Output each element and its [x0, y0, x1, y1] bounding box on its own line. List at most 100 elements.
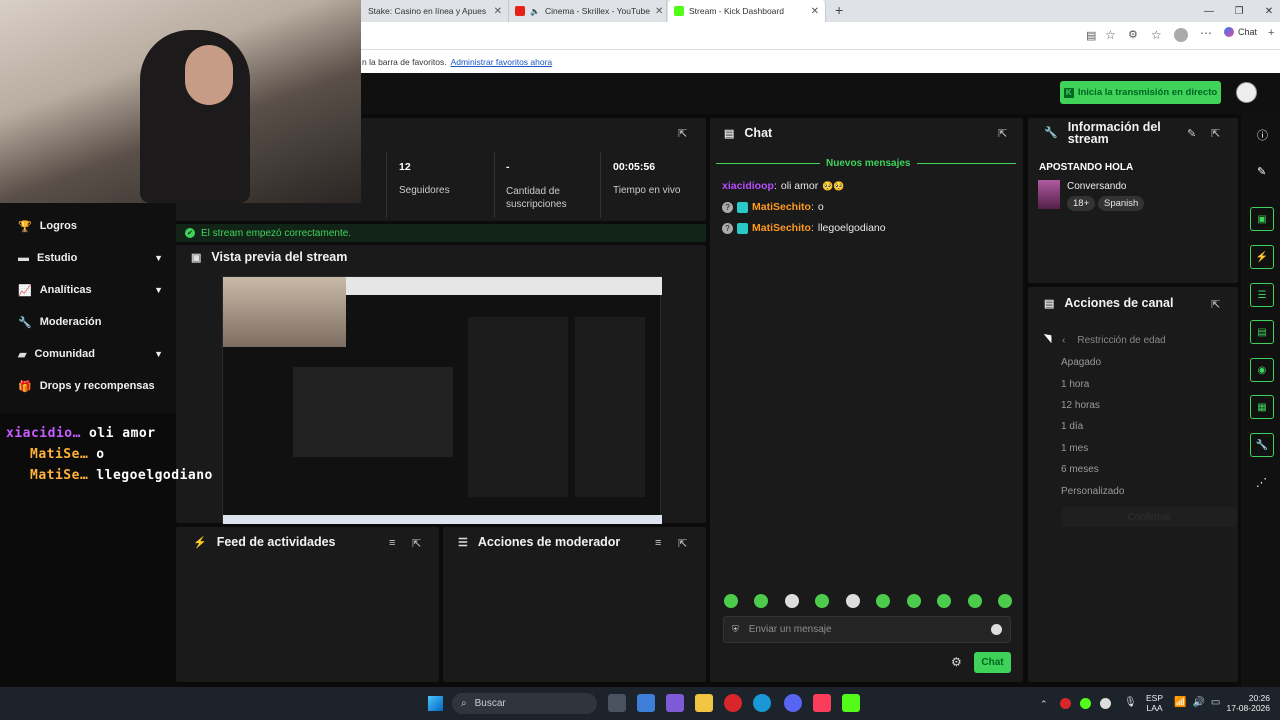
sidebar-item-comunidad[interactable]: ▰ Comunidad ▼ [18, 342, 163, 366]
reader-icon[interactable]: ▤ [1086, 29, 1096, 42]
sidebar-item-moderacion[interactable]: 🔧 Moderación [18, 310, 163, 334]
edit-icon[interactable]: ✎ [1187, 127, 1196, 140]
expand-icon[interactable]: ⇱ [412, 537, 421, 550]
avatar[interactable] [1236, 82, 1257, 103]
language-bottom: LAA [1146, 703, 1163, 713]
chat-title: Chat [744, 126, 773, 140]
tab-youtube[interactable]: 🔈 Cinema - Skrillex - YouTube ✕ [509, 0, 667, 22]
opera-icon[interactable] [724, 694, 742, 712]
send-chat-button[interactable]: Chat [974, 652, 1011, 673]
extensions-icon[interactable]: ⚙ [1128, 28, 1138, 41]
tray-app-icon[interactable] [1060, 698, 1071, 709]
option-custom[interactable]: Personalizado [1061, 486, 1124, 497]
music-icon[interactable] [813, 694, 831, 712]
divider [600, 152, 601, 218]
close-icon[interactable]: ✕ [655, 6, 663, 17]
discord-icon[interactable] [784, 694, 802, 712]
tray-app-icon[interactable] [1080, 698, 1091, 709]
chat-username[interactable]: xiacidioop [722, 180, 774, 192]
sidebar-item-estudio[interactable]: ▬ Estudio ▼ [18, 246, 163, 270]
emote-icon[interactable] [937, 594, 952, 608]
emote-icon[interactable] [754, 594, 769, 608]
tray-chevron-icon[interactable]: ⌃ [1040, 699, 1048, 710]
sidebar-item-analiticas[interactable]: 📈 Analíticas ▼ [18, 278, 163, 302]
app-icon[interactable] [666, 694, 684, 712]
rail-channel-icon[interactable]: ▦ [1250, 395, 1274, 419]
copilot-button[interactable]: Chat [1224, 27, 1257, 37]
emote-icon[interactable] [845, 594, 860, 608]
profile-icon[interactable] [1174, 28, 1188, 42]
expand-icon[interactable]: ⇱ [998, 127, 1007, 140]
star-icon[interactable]: ☆ [1105, 28, 1116, 42]
emote-icon[interactable] [997, 594, 1012, 608]
option-1-month[interactable]: 1 mes [1061, 443, 1088, 454]
plus-icon[interactable]: + [835, 2, 843, 18]
maximize-icon[interactable]: ❐ [1224, 0, 1254, 22]
close-icon[interactable]: ✕ [494, 6, 502, 17]
rail-list-icon[interactable]: ☰ [1250, 283, 1274, 307]
expand-icon[interactable]: ⇱ [1211, 298, 1220, 311]
chat-username[interactable]: MatiSechito [752, 222, 811, 234]
rail-video-icon[interactable]: ▣ [1250, 207, 1274, 231]
gear-icon[interactable]: ⚙ [951, 655, 962, 669]
expand-icon[interactable]: ⇱ [678, 127, 687, 140]
system-tray[interactable]: 📶 🔊 ▭ [1174, 697, 1220, 708]
stream-preview-video[interactable] [222, 276, 662, 524]
rail-chat-icon[interactable]: ▤ [1250, 320, 1274, 344]
more-icon[interactable]: ⋯ [1200, 26, 1212, 40]
emote-icon[interactable] [876, 594, 891, 608]
emote-icon[interactable] [815, 594, 830, 608]
age-restriction-submenu[interactable]: ‹ Restricción de edad [1062, 335, 1166, 346]
close-window-icon[interactable]: ✕ [1254, 0, 1280, 22]
tab-kick[interactable]: Stream - Kick Dashboard ✕ [668, 0, 826, 22]
filter-icon[interactable]: ≡ [389, 537, 395, 549]
emote-icon[interactable] [967, 594, 982, 608]
option-1-day[interactable]: 1 día [1061, 421, 1083, 432]
overlay-chat-text: o [96, 447, 105, 462]
info-icon[interactable]: ⓘ [1257, 127, 1268, 143]
clock[interactable]: 20:26 17-08-2026 [1226, 693, 1270, 713]
taskbar-search[interactable]: ⌕ Buscar [452, 693, 597, 714]
option-off[interactable]: Apagado [1061, 357, 1101, 368]
edge-icon[interactable] [753, 694, 771, 712]
filter-icon[interactable]: ≡ [655, 537, 661, 549]
rail-bolt-icon[interactable]: ⚡ [1250, 245, 1274, 269]
chat-input[interactable]: ⛨ Enviar un mensaje [723, 616, 1011, 643]
manage-favorites-link[interactable]: Administrar favoritos ahora [451, 57, 553, 67]
rail-wrench-icon[interactable]: 🔧 [1250, 433, 1274, 457]
language-indicator[interactable]: ESP LAA [1146, 693, 1163, 713]
option-12-hours[interactable]: 12 horas [1061, 400, 1100, 411]
favorites-icon[interactable]: ☆ [1151, 28, 1162, 42]
subscriber-badge-icon [737, 222, 748, 234]
minimize-icon[interactable]: — [1194, 0, 1224, 22]
emoji-icon: 🥺🥺 [822, 180, 845, 191]
option-1-hour[interactable]: 1 hora [1061, 379, 1089, 390]
mic-icon[interactable]: 🎙 [1124, 697, 1137, 708]
tray-app-icon[interactable] [1100, 698, 1111, 709]
kick-app-icon[interactable] [842, 694, 860, 712]
share-icon[interactable]: ⋰ [1256, 476, 1267, 489]
rail-broadcast-icon[interactable]: ◉ [1250, 358, 1274, 382]
go-live-button[interactable]: K Inicia la transmisión en directo [1060, 81, 1221, 104]
sidebar-item-drops[interactable]: 🎁 Drops y recompensas [18, 374, 163, 398]
emote-icon[interactable] [724, 594, 738, 608]
chat-username[interactable]: MatiSechito [752, 201, 811, 213]
expand-icon[interactable]: ⇱ [678, 537, 687, 550]
confirm-button[interactable]: Confirmar [1062, 507, 1237, 527]
emote-icon[interactable] [906, 594, 921, 608]
chevron-left-icon[interactable]: ‹ [1062, 335, 1065, 346]
kick-icon [674, 6, 684, 16]
emoji-picker-icon[interactable] [991, 624, 1002, 635]
expand-icon[interactable]: ⇱ [1211, 127, 1220, 140]
sidebar-item-logros[interactable]: 🏆 Logros [18, 214, 163, 238]
task-view-icon[interactable] [608, 694, 626, 712]
folder-icon[interactable] [695, 694, 713, 712]
windows-start-icon[interactable] [428, 696, 443, 711]
pencil-icon[interactable]: ✎ [1257, 165, 1266, 178]
option-6-months[interactable]: 6 meses [1061, 464, 1099, 475]
emote-icon[interactable] [784, 594, 799, 608]
store-icon[interactable] [637, 694, 655, 712]
plus-icon[interactable]: + [1268, 27, 1274, 39]
tab-stake[interactable]: Stake: Casino en línea y Apuestas D ✕ [362, 0, 509, 22]
close-icon[interactable]: ✕ [811, 6, 819, 17]
